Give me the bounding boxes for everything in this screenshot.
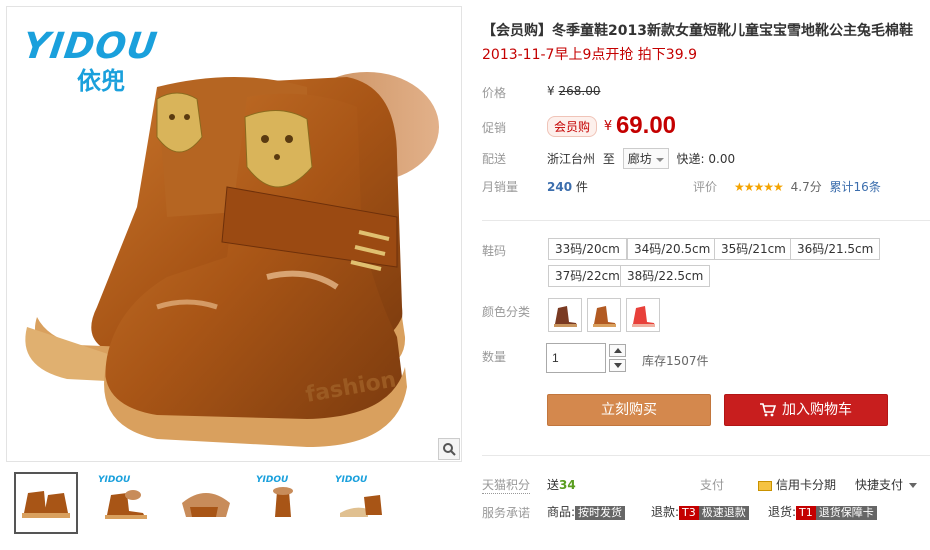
quantity-label: 数量: [482, 350, 507, 364]
thumbnail-1[interactable]: [14, 472, 78, 534]
color-option-2[interactable]: [587, 298, 621, 332]
thumbnail-logo: YIDOU: [256, 475, 289, 485]
size-option[interactable]: 36码/21.5cm: [790, 238, 881, 260]
service-goods[interactable]: 商品: 按时发货: [547, 503, 626, 520]
rating-label: 评价: [693, 180, 718, 194]
fast-refund-badge: 极速退款: [698, 506, 749, 520]
product-subtitle: 2013-11-7早上9点开抢 拍下39.9: [482, 47, 697, 63]
sales-unit: 件: [575, 180, 588, 194]
return-guarantee-badge: 退货保障卡: [815, 506, 877, 520]
promo-tag: 会员购: [547, 115, 598, 137]
service-return-label: 退货:: [768, 505, 797, 519]
promo-label: 促销: [482, 121, 507, 135]
points-value: 送34: [547, 476, 576, 493]
service-label: 服务承诺: [482, 506, 531, 520]
buy-now-button[interactable]: 立刻购买: [547, 394, 711, 426]
size-option[interactable]: 38码/22.5cm: [620, 265, 711, 287]
color-option-1[interactable]: [548, 298, 582, 332]
rating-score: 4.7分: [790, 180, 822, 194]
brand-logo-en: YIDOU: [20, 26, 161, 67]
promo-price: 会员购 ¥ 69.00: [547, 112, 676, 140]
service-goods-label: 商品:: [547, 505, 576, 519]
sales-label: 月销量: [482, 180, 519, 194]
price-label: 价格: [482, 86, 507, 100]
product-title: 【会员购】冬季童鞋2013新款女童短靴儿童宝宝雪地靴公主兔毛棉鞋: [482, 23, 913, 39]
size-label: 鞋码: [482, 244, 507, 258]
quick-pay-label: 快捷支付: [855, 478, 904, 492]
chevron-down-icon: [909, 483, 918, 488]
quick-pay-dropdown[interactable]: 快捷支付: [855, 476, 918, 493]
shipping-info: 浙江台州 至 廊坊 快递: 0.00: [547, 148, 735, 169]
service-return[interactable]: 退货: T1 退货保障卡: [768, 503, 877, 520]
points-prefix: 送: [547, 478, 560, 492]
return-code-badge: T1: [796, 506, 816, 520]
thumbnail-3[interactable]: [172, 472, 236, 534]
zoom-icon[interactable]: [438, 438, 460, 460]
add-to-cart-label: 加入购物车: [782, 402, 852, 418]
credit-installment[interactable]: 信用卡分期: [758, 476, 836, 493]
refund-code-badge: T3: [679, 506, 699, 520]
review-count-link[interactable]: 累计16条: [830, 180, 881, 194]
add-to-cart-button[interactable]: 加入购物车: [724, 394, 888, 426]
service-refund-label: 退款:: [651, 505, 680, 519]
brand-logo: YIDOU 依兜: [20, 26, 161, 95]
color-option-3[interactable]: [626, 298, 660, 332]
thumbnail-logo: YIDOU: [335, 475, 368, 485]
original-price-value: 268.00: [558, 84, 601, 98]
currency-symbol: ¥: [547, 84, 555, 98]
shipping-label: 配送: [482, 152, 507, 166]
rating-block[interactable]: ★★★★★ 4.7分 累计16条: [734, 178, 881, 195]
chevron-up-icon: [613, 348, 622, 353]
service-refund[interactable]: 退款: T3 极速退款: [651, 503, 749, 520]
pay-label: 支付: [700, 478, 725, 492]
quantity-input[interactable]: [546, 343, 606, 373]
thumbnail-logo: YIDOU: [98, 475, 131, 485]
size-option[interactable]: 33码/20cm: [548, 238, 627, 260]
shipping-fee: 快递: 0.00: [676, 152, 736, 166]
chevron-down-icon: [655, 157, 664, 162]
size-option[interactable]: 37码/22cm: [548, 265, 627, 287]
star-rating-icon: ★★★★★: [734, 180, 784, 194]
credit-card-icon: [758, 480, 772, 491]
size-option[interactable]: 34码/20.5cm: [627, 238, 718, 260]
shipping-to: 至: [602, 152, 615, 166]
thumbnail-2[interactable]: YIDOU: [93, 472, 157, 534]
thumbnail-4[interactable]: YIDOU: [251, 472, 315, 534]
quantity-decrease-button[interactable]: [609, 359, 626, 372]
color-label: 颜色分类: [482, 305, 531, 319]
promo-currency: ¥: [603, 118, 613, 134]
credit-installment-label: 信用卡分期: [776, 478, 837, 492]
sales-number: 240: [547, 180, 573, 194]
divider: [482, 455, 930, 456]
sales-count: 240 件: [547, 178, 588, 195]
ontime-shipping-badge: 按时发货: [575, 506, 626, 520]
tmall-points-link[interactable]: 天猫积分: [482, 476, 531, 494]
promo-price-value: 69.00: [615, 112, 677, 139]
points-number: 34: [559, 478, 576, 492]
thumbnail-strip: YIDOU YIDOU YIDOU: [6, 464, 462, 544]
original-price: ¥ 268.00: [547, 84, 600, 98]
brand-logo-cn: 依兜: [77, 67, 125, 95]
shipping-origin: 浙江台州: [547, 152, 596, 166]
size-option[interactable]: 35码/21cm: [714, 238, 793, 260]
chevron-down-icon: [613, 363, 622, 368]
cart-icon: [760, 403, 776, 417]
thumbnail-5[interactable]: YIDOU: [330, 472, 394, 534]
divider: [482, 220, 930, 221]
destination-select[interactable]: 廊坊: [622, 148, 669, 169]
quantity-increase-button[interactable]: [609, 344, 626, 357]
stock-count: 库存1507件: [642, 354, 709, 368]
destination-value: 廊坊: [627, 152, 652, 166]
main-product-image[interactable]: fashion YIDOU 依兜: [6, 6, 462, 462]
